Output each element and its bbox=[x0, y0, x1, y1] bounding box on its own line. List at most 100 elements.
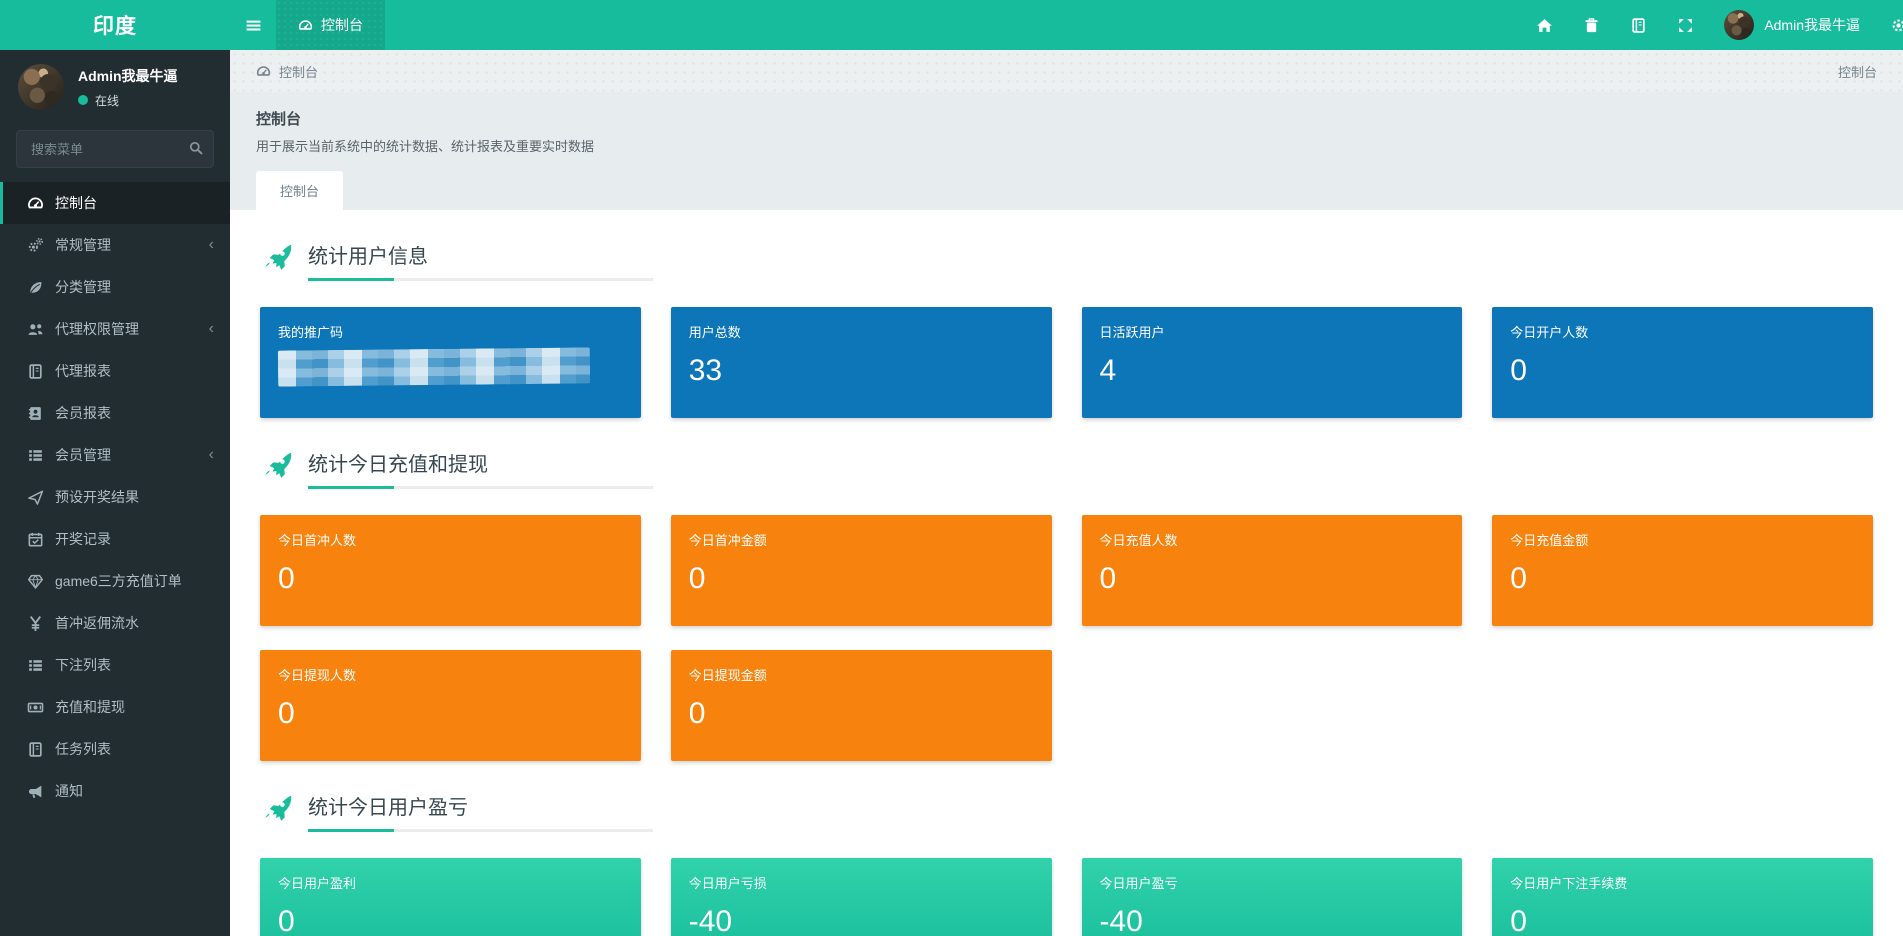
stat-card[interactable]: 今日充值人数 0 bbox=[1082, 515, 1463, 626]
gauge-icon bbox=[27, 195, 44, 212]
stat-card[interactable]: 今日开户人数 0 bbox=[1492, 307, 1873, 418]
sidebar-item-plane-7[interactable]: 预设开奖结果 ‹ bbox=[0, 476, 230, 518]
menu-item-label: game6三方充值订单 bbox=[55, 571, 182, 591]
stat-card[interactable]: 今日充值金额 0 bbox=[1492, 515, 1873, 626]
trash-icon[interactable] bbox=[1583, 17, 1600, 34]
stat-card-value: 0 bbox=[278, 562, 623, 595]
stat-card-value: 0 bbox=[1510, 354, 1855, 387]
stat-card[interactable]: 今日提现金额 0 bbox=[671, 650, 1052, 761]
stat-card[interactable]: 今日提现人数 0 bbox=[260, 650, 641, 761]
section-underline bbox=[308, 829, 653, 832]
hamburger-icon bbox=[245, 17, 262, 34]
online-status-dot bbox=[78, 95, 88, 105]
book-icon bbox=[27, 363, 44, 380]
stat-card-label: 今日用户亏损 bbox=[689, 873, 1034, 892]
page-title: 控制台 bbox=[256, 108, 1877, 129]
sidebar-item-list-6[interactable]: 会员管理 ‹ bbox=[0, 434, 230, 476]
menu-search bbox=[16, 130, 214, 168]
menu-item-label: 预设开奖结果 bbox=[55, 487, 139, 507]
calendar-icon bbox=[27, 531, 44, 548]
sidebar-menu: 控制台 ‹ 常规管理 ‹ 分类管理 ‹ 代理权限管理 ‹ 代理报表 ‹ 会员报表… bbox=[0, 182, 230, 812]
stat-card-value: 0 bbox=[689, 562, 1034, 595]
sidebar-username: Admin我最牛逼 bbox=[78, 66, 178, 86]
stat-card[interactable]: 今日用户亏损 -40 bbox=[671, 858, 1052, 936]
section-title: 统计用户信息 bbox=[308, 240, 653, 269]
sidebar-item-book-13[interactable]: 任务列表 ‹ bbox=[0, 728, 230, 770]
tab-dashboard[interactable]: 控制台 bbox=[256, 171, 343, 210]
stat-card[interactable]: 今日首冲人数 0 bbox=[260, 515, 641, 626]
stat-card[interactable]: 今日用户下注手续费 0 bbox=[1492, 858, 1873, 936]
stat-card-label: 用户总数 bbox=[689, 322, 1034, 341]
sidebar-item-list-11[interactable]: 下注列表 ‹ bbox=[0, 644, 230, 686]
stats-section: 统计用户信息 我的推广码 用户总数 33 日活跃用户 4 今日开户人数 0 bbox=[260, 240, 1873, 418]
list-icon bbox=[27, 447, 44, 464]
user-status: 在线 bbox=[78, 92, 178, 109]
stat-card-value: 0 bbox=[1510, 905, 1855, 936]
menu-item-label: 代理权限管理 bbox=[55, 319, 139, 339]
stat-cards-grid: 今日首冲人数 0 今日首冲金额 0 今日充值人数 0 今日充值金额 0 今日提现… bbox=[260, 515, 1873, 761]
chevron-left-icon: ‹ bbox=[209, 237, 214, 253]
stat-card[interactable]: 今日用户盈利 0 bbox=[260, 858, 641, 936]
header-actions: Admin我最牛逼 bbox=[1536, 0, 1903, 50]
stat-card-value: 33 bbox=[689, 354, 1034, 387]
dashboard-icon bbox=[298, 18, 313, 33]
search-input[interactable] bbox=[16, 130, 214, 168]
sidebar-item-cogs-1[interactable]: 常规管理 ‹ bbox=[0, 224, 230, 266]
search-icon[interactable] bbox=[188, 140, 204, 156]
home-icon[interactable] bbox=[1536, 17, 1553, 34]
sidebar-item-yen-10[interactable]: 首冲返佣流水 ‹ bbox=[0, 602, 230, 644]
book-icon[interactable] bbox=[1630, 17, 1647, 34]
stat-cards-grid: 我的推广码 用户总数 33 日活跃用户 4 今日开户人数 0 bbox=[260, 307, 1873, 418]
stat-card-value: 0 bbox=[1510, 562, 1855, 595]
menu-item-label: 开奖记录 bbox=[55, 529, 111, 549]
stat-card-label: 今日用户下注手续费 bbox=[1510, 873, 1855, 892]
header-tab-dashboard[interactable]: 控制台 bbox=[276, 0, 385, 50]
panel-heading: 控制台 用于展示当前系统中的统计数据、统计报表及重要实时数据 控制台 bbox=[230, 92, 1903, 210]
sidebar-item-gauge-0[interactable]: 控制台 ‹ bbox=[0, 182, 230, 224]
section-title: 统计今日充值和提现 bbox=[308, 448, 653, 477]
stat-card-label: 今日首冲人数 bbox=[278, 530, 623, 549]
sidebar-item-leaf-2[interactable]: 分类管理 ‹ bbox=[0, 266, 230, 308]
section-title: 统计今日用户盈亏 bbox=[308, 791, 653, 820]
sidebar-item-calendar-8[interactable]: 开奖记录 ‹ bbox=[0, 518, 230, 560]
sidebar-item-contact-5[interactable]: 会员报表 ‹ bbox=[0, 392, 230, 434]
sidebar-item-users-3[interactable]: 代理权限管理 ‹ bbox=[0, 308, 230, 350]
section-heading: 统计今日充值和提现 bbox=[262, 448, 1873, 489]
stat-card-label: 今日充值金额 bbox=[1510, 530, 1855, 549]
stat-card-label: 今日提现金额 bbox=[689, 665, 1034, 684]
stat-card-value: 4 bbox=[1100, 354, 1445, 387]
stat-card-value: -40 bbox=[689, 905, 1034, 936]
sidebar-item-horn-14[interactable]: 通知 ‹ bbox=[0, 770, 230, 812]
avatar bbox=[1724, 10, 1754, 40]
horn-icon bbox=[27, 783, 44, 800]
rocket-icon bbox=[262, 242, 294, 274]
stat-card[interactable]: 今日首冲金额 0 bbox=[671, 515, 1052, 626]
users-icon bbox=[27, 321, 44, 338]
menu-item-label: 充值和提现 bbox=[55, 697, 125, 717]
menu-item-label: 任务列表 bbox=[55, 739, 111, 759]
stat-card[interactable]: 用户总数 33 bbox=[671, 307, 1052, 418]
section-heading: 统计用户信息 bbox=[262, 240, 1873, 281]
stat-card[interactable]: 我的推广码 bbox=[260, 307, 641, 418]
app-logo[interactable]: 印度 bbox=[0, 0, 230, 50]
sidebar-item-book-4[interactable]: 代理报表 ‹ bbox=[0, 350, 230, 392]
header-user-menu[interactable]: Admin我最牛逼 bbox=[1724, 10, 1860, 40]
book-icon bbox=[27, 741, 44, 758]
breadcrumb-right[interactable]: 控制台 bbox=[1838, 62, 1877, 81]
gem-icon bbox=[27, 573, 44, 590]
plane-icon bbox=[27, 489, 44, 506]
menu-item-label: 控制台 bbox=[55, 193, 97, 213]
sidebar-item-money-12[interactable]: 充值和提现 ‹ bbox=[0, 686, 230, 728]
sidebar-item-gem-9[interactable]: game6三方充值订单 ‹ bbox=[0, 560, 230, 602]
stat-card-label: 今日首冲金额 bbox=[689, 530, 1034, 549]
stat-card[interactable]: 日活跃用户 4 bbox=[1082, 307, 1463, 418]
sidebar-user-panel: Admin我最牛逼 在线 bbox=[0, 50, 230, 122]
panel-body: 统计用户信息 我的推广码 用户总数 33 日活跃用户 4 今日开户人数 0 统计… bbox=[230, 210, 1903, 936]
leaf-icon bbox=[27, 279, 44, 296]
rocket-icon bbox=[262, 450, 294, 482]
breadcrumb-current[interactable]: 控制台 bbox=[279, 62, 318, 81]
sidebar-toggle-button[interactable] bbox=[230, 0, 276, 50]
gear-icon[interactable] bbox=[1890, 17, 1903, 34]
stat-card[interactable]: 今日用户盈亏 -40 bbox=[1082, 858, 1463, 936]
expand-icon[interactable] bbox=[1677, 17, 1694, 34]
